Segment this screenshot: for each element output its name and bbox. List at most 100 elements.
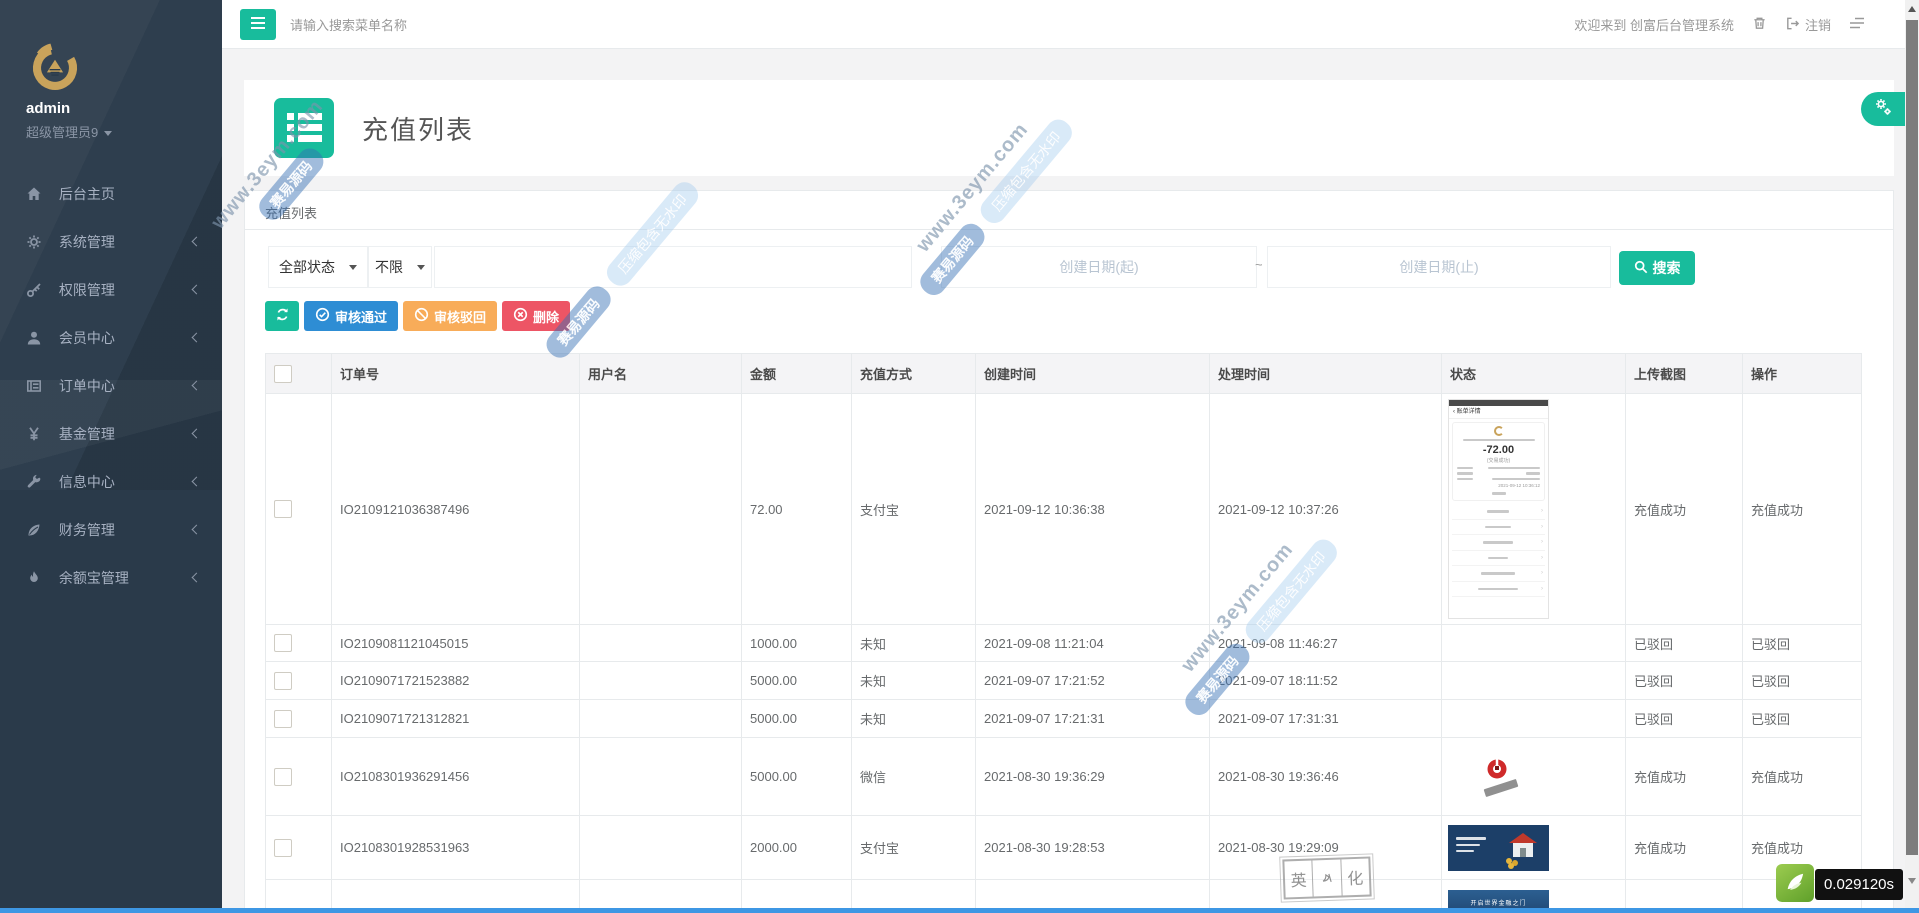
processed-cell: 2021-08-30 19:36:46 (1210, 738, 1442, 816)
page-header-panel: 充值列表 (244, 80, 1894, 176)
gold-logo-icon (1494, 426, 1504, 436)
processed-cell: 2021-09-08 11:46:27 (1210, 625, 1442, 662)
created-cell: 2021-09-12 10:36:38 (976, 394, 1210, 625)
order-no-cell: IO2108301936291456 (332, 738, 580, 816)
header-checkbox-cell (266, 354, 332, 394)
hamburger-icon (249, 19, 267, 34)
status-cell (1442, 625, 1626, 662)
layout-toggle-button[interactable] (1849, 16, 1865, 33)
sidebar-item-messages[interactable]: 信息中心 (0, 458, 222, 506)
scroll-up-arrow[interactable] (1908, 6, 1916, 12)
user-icon (26, 317, 43, 365)
scroll-down-arrow[interactable] (1908, 878, 1916, 884)
order-no-cell: IO2109071721523882 (332, 662, 580, 700)
sidebar-role-dropdown[interactable]: 超级管理员9 (26, 122, 112, 141)
chevron-left-icon (192, 429, 202, 439)
sidebar-item-system[interactable]: 系统管理 (0, 218, 222, 266)
upload-status-cell: 充值成功 (1626, 816, 1743, 880)
red-logo-thumbnail[interactable] (1482, 756, 1516, 798)
refresh-icon (275, 307, 290, 325)
row-checkbox[interactable] (274, 768, 292, 786)
refresh-button[interactable] (265, 301, 299, 331)
recharge-list-icon (274, 98, 334, 158)
row-checkbox[interactable] (274, 500, 292, 518)
caret-down-icon (104, 131, 112, 136)
sidebar-item-dashboard[interactable]: 后台主页 (0, 170, 222, 218)
sidebar-item-funds[interactable]: 基金管理 (0, 410, 222, 458)
column-header: 充值方式 (852, 354, 976, 394)
amount-cell: 5000.00 (742, 700, 852, 738)
action-cell: 已驳回 (1743, 625, 1862, 662)
keyword-input[interactable] (434, 246, 912, 288)
gears-icon (1872, 96, 1894, 123)
action-cell: 充值成功 (1743, 394, 1862, 625)
order-no-cell: IO2109081121045015 (332, 625, 580, 662)
chevron-left-icon (192, 333, 202, 343)
list-icon (26, 365, 43, 413)
sidebar-item-orders[interactable]: 订单中心 (0, 362, 222, 410)
filter-bar: 全部状态 不限 ~ 搜索 (245, 246, 1894, 288)
column-header: 上传截图 (1626, 354, 1743, 394)
reject-button[interactable]: 审核驳回 (403, 301, 497, 331)
select-all-checkbox[interactable] (274, 365, 292, 383)
row-checkbox[interactable] (274, 634, 292, 652)
created-cell: 2021-08-30 19:36:29 (976, 738, 1210, 816)
delete-button[interactable]: 删除 (502, 301, 570, 331)
amount-cell: 1000.00 (742, 625, 852, 662)
trash-button[interactable] (1752, 15, 1767, 34)
sidebar-item-yuebao[interactable]: 余额宝管理 (0, 554, 222, 602)
date-start-input[interactable] (941, 246, 1257, 288)
sidebar-toggle-button[interactable] (240, 9, 276, 40)
row-checkbox[interactable] (274, 710, 292, 728)
username-cell (580, 738, 742, 816)
table-header-row: 订单号 用户名 金额 充值方式 创建时间 处理时间 状态 上传截图 操作 (266, 354, 1862, 394)
table-row: IO2109071721523882 5000.00 未知 2021-09-07… (266, 662, 1862, 700)
created-cell: 2021-09-07 17:21:31 (976, 700, 1210, 738)
sidebar-item-finance[interactable]: 财务管理 (0, 506, 222, 554)
recharge-table: 订单号 用户名 金额 充值方式 创建时间 处理时间 状态 上传截图 操作 IO2… (265, 353, 1862, 913)
row-checkbox[interactable] (274, 839, 292, 857)
upload-status-cell: 充值成功 (1626, 394, 1743, 625)
yen-icon (26, 413, 43, 461)
alipay-receipt-thumbnail[interactable]: ‹ 账单详情 -72.00 (交易成功) 2021-09-12 10:36:12 (1448, 399, 1549, 619)
date-range-separator: ~ (1255, 257, 1263, 272)
approve-button[interactable]: 审核通过 (304, 301, 398, 331)
menu-search-input[interactable] (290, 12, 610, 38)
ban-icon (414, 307, 429, 325)
status-cell (1442, 662, 1626, 700)
sidebar-item-members[interactable]: 会员中心 (0, 314, 222, 362)
upload-status-cell: 已驳回 (1626, 625, 1743, 662)
brand-logo-icon (28, 40, 82, 99)
status-cell (1442, 700, 1626, 738)
username-cell (580, 700, 742, 738)
chevron-left-icon (192, 285, 202, 295)
logout-button[interactable]: 注销 (1785, 15, 1831, 34)
stamp-watermark: 英 化 (1282, 856, 1371, 899)
topbar: 欢迎来到 创富后台管理系统 注销 (222, 0, 1905, 49)
sidebar-item-permissions[interactable]: 权限管理 (0, 266, 222, 314)
status-filter-select[interactable]: 全部状态 (268, 246, 368, 288)
table-row: IO2108301936291456 5000.00 微信 2021-08-30… (266, 738, 1862, 816)
trace-button[interactable] (1776, 864, 1814, 902)
list-lines-icon (1849, 16, 1865, 33)
blue-banner-thumbnail[interactable] (1448, 825, 1549, 871)
caret-down-icon (417, 265, 425, 270)
search-icon (1634, 260, 1648, 277)
theme-settings-button[interactable] (1861, 92, 1905, 126)
bottom-scroll-indicator[interactable] (0, 908, 1919, 913)
vertical-scrollbar (1905, 0, 1919, 913)
caret-down-icon (349, 265, 357, 270)
amount-cell: 5000.00 (742, 738, 852, 816)
upload-status-cell: 充值成功 (1626, 738, 1743, 816)
limit-filter-select[interactable]: 不限 (368, 246, 432, 288)
row-checkbox[interactable] (274, 672, 292, 690)
date-end-input[interactable] (1267, 246, 1611, 288)
scrollbar-thumb[interactable] (1906, 20, 1918, 855)
column-header: 创建时间 (976, 354, 1210, 394)
username-cell (580, 394, 742, 625)
panel-title: 充值列表 (265, 203, 317, 222)
search-button[interactable]: 搜索 (1619, 251, 1695, 285)
method-cell: 未知 (852, 700, 976, 738)
welcome-text: 欢迎来到 创富后台管理系统 (1574, 15, 1734, 34)
column-header: 处理时间 (1210, 354, 1442, 394)
